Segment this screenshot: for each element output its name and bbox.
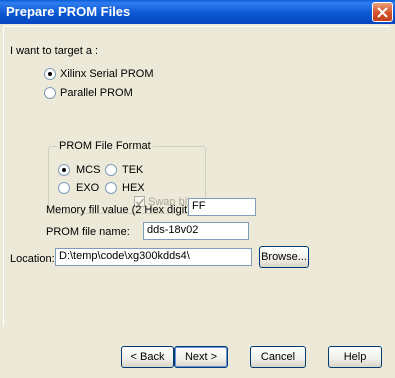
radio-xilinx-serial-prom[interactable]	[44, 68, 56, 80]
close-button[interactable]	[372, 2, 393, 22]
dialog-body: I want to target a : Xilinx Serial PROM …	[3, 24, 392, 374]
memory-fill-input[interactable]: FF	[188, 198, 256, 216]
radio-format-hex-label[interactable]: HEX	[122, 182, 145, 194]
prepare-prom-files-dialog: Prepare PROM Files I want to target a : …	[0, 0, 395, 378]
radio-parallel-prom-label[interactable]: Parallel PROM	[60, 87, 133, 99]
prom-file-name-label: PROM file name:	[46, 226, 130, 238]
title-bar[interactable]: Prepare PROM Files	[0, 0, 395, 24]
radio-format-exo-label[interactable]: EXO	[76, 182, 99, 194]
radio-format-mcs[interactable]	[58, 164, 70, 176]
radio-format-tek[interactable]	[105, 164, 117, 176]
radio-parallel-prom[interactable]	[44, 87, 56, 99]
radio-format-tek-label[interactable]: TEK	[122, 164, 143, 176]
radio-format-hex[interactable]	[105, 182, 117, 194]
back-button[interactable]: < Back	[121, 346, 174, 368]
next-button[interactable]: Next >	[174, 346, 228, 368]
prom-file-name-input[interactable]: dds-18v02	[143, 222, 249, 240]
target-heading: I want to target a :	[10, 45, 99, 57]
radio-xilinx-serial-prom-label[interactable]: Xilinx Serial PROM	[60, 68, 154, 80]
location-input[interactable]: D:\temp\code\xg300kdds4\	[55, 248, 252, 266]
radio-format-mcs-label[interactable]: MCS	[76, 164, 100, 176]
location-label: Location:	[10, 253, 55, 265]
cancel-button[interactable]: Cancel	[250, 346, 306, 368]
radio-format-exo[interactable]	[58, 182, 70, 194]
help-button[interactable]: Help	[328, 346, 382, 368]
window-title: Prepare PROM Files	[6, 4, 131, 19]
close-icon	[377, 7, 388, 18]
browse-button[interactable]: Browse...	[259, 246, 309, 268]
memory-fill-label: Memory fill value (2 Hex digit):	[46, 204, 194, 216]
prom-file-format-title: PROM File Format	[57, 140, 153, 152]
